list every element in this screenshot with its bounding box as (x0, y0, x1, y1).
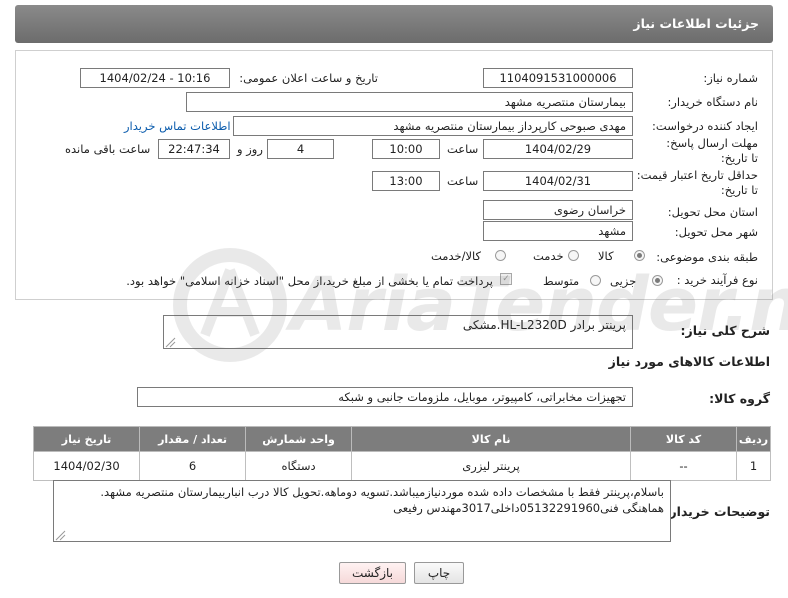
buyer-org-label: نام دستگاه خریدار: (667, 95, 758, 109)
buyer-notes-label: توضیحات خریدار: (664, 504, 770, 519)
announce-field: 1404/02/24 - 10:16 (80, 68, 230, 88)
category-option-service: خدمت (533, 249, 564, 263)
announce-label: تاریخ و ساعت اعلان عمومی: (239, 71, 378, 85)
process-option-medium: متوسط (543, 274, 580, 288)
goods-table-header: ردیف کد کالا نام کالا واحد شمارش تعداد /… (32, 426, 771, 452)
goods-group-label: گروه کالا: (709, 391, 770, 406)
col-row: ردیف (736, 426, 771, 452)
print-button[interactable]: چاپ (414, 562, 464, 584)
cell-unit: دستگاه (245, 451, 353, 481)
remaining-time-field: 22:47:34 (158, 139, 230, 159)
description-label: شرح کلی نیاز: (680, 323, 770, 338)
deadline-date-field: 1404/02/29 (483, 139, 633, 159)
validity-time-label: ساعت (447, 174, 479, 188)
col-unit: واحد شمارش (245, 426, 353, 452)
requester-label: ایجاد کننده درخواست: (652, 119, 758, 133)
description-field: پرینتر برادر HL-L2320D.مشکی (163, 315, 633, 349)
col-qty: تعداد / مقدار (139, 426, 247, 452)
page-header: جزئیات اطلاعات نیاز (15, 5, 773, 43)
goods-table: ردیف کد کالا نام کالا واحد شمارش تعداد /… (32, 426, 771, 481)
deadline-days-label: روز و (237, 142, 263, 156)
deadline-days-field: 4 (267, 139, 334, 159)
goods-section-title: اطلاعات کالاهای مورد نیاز (608, 354, 770, 369)
goods-group-field: تجهیزات مخابراتی، کامپیوتر، موبایل، ملزو… (137, 387, 633, 407)
category-label: طبقه بندی موضوعی: (656, 250, 758, 264)
cell-qty: 6 (139, 451, 247, 481)
process-label: نوع فرآیند خرید : (676, 273, 758, 287)
validity-date-field: 1404/02/31 (483, 171, 633, 191)
buyer-notes-field: باسلام،پرینتر فقط با مشخصات داده شده مور… (53, 480, 671, 542)
category-radio-goods[interactable] (634, 250, 645, 261)
province-label: استان محل تحویل: (667, 205, 758, 219)
table-row: 1 -- پرینتر لیزری دستگاه 6 1404/02/30 (32, 451, 771, 481)
need-number-field: 1104091531000006 (483, 68, 633, 88)
cell-date: 1404/02/30 (32, 451, 141, 481)
remaining-time-label: ساعت باقی مانده (65, 142, 151, 156)
province-field: خراسان رضوی (483, 200, 633, 220)
col-name: نام کالا (351, 426, 632, 452)
deadline-time-field: 10:00 (372, 139, 440, 159)
city-field: مشهد (483, 221, 633, 241)
requester-field: مهدی صبوحی کارپرداز بیمارستان منتصریه مش… (233, 116, 633, 136)
process-option-partial: جزیی (610, 274, 637, 288)
validity-time-field: 13:00 (372, 171, 440, 191)
category-radio-service[interactable] (568, 250, 579, 261)
buyer-contact-link[interactable]: اطلاعات تماس خریدار (124, 119, 231, 133)
resize-grip-icon (55, 530, 66, 541)
validity-label: حداقل تاریخ اعتبار قیمت: تا تاریخ: (636, 168, 758, 197)
treasury-payment-note: پرداخت تمام یا بخشی از مبلغ خرید،از محل … (126, 274, 493, 288)
category-radio-both[interactable] (495, 250, 506, 261)
need-number-label: شماره نیاز: (703, 71, 758, 85)
city-label: شهر محل تحویل: (674, 225, 758, 239)
cell-name: پرینتر لیزری (351, 451, 632, 481)
process-radio-partial[interactable] (652, 275, 663, 286)
col-code: کد کالا (630, 426, 738, 452)
process-radio-medium[interactable] (590, 275, 601, 286)
cell-code: -- (630, 451, 738, 481)
category-option-both: کالا/خدمت (431, 249, 482, 263)
category-option-goods: کالا (598, 249, 614, 263)
treasury-checkbox[interactable]: ✓ (500, 273, 512, 285)
col-date: تاریخ نیاز (32, 426, 141, 452)
resize-grip-icon (165, 337, 176, 348)
deadline-time-label: ساعت (447, 142, 479, 156)
deadline-label: مهلت ارسال پاسخ: تا تاریخ: (666, 136, 758, 165)
buyer-org-field: بیمارستان منتصریه مشهد (186, 92, 633, 112)
cell-row: 1 (736, 451, 771, 481)
back-button[interactable]: بازگشت (339, 562, 406, 584)
